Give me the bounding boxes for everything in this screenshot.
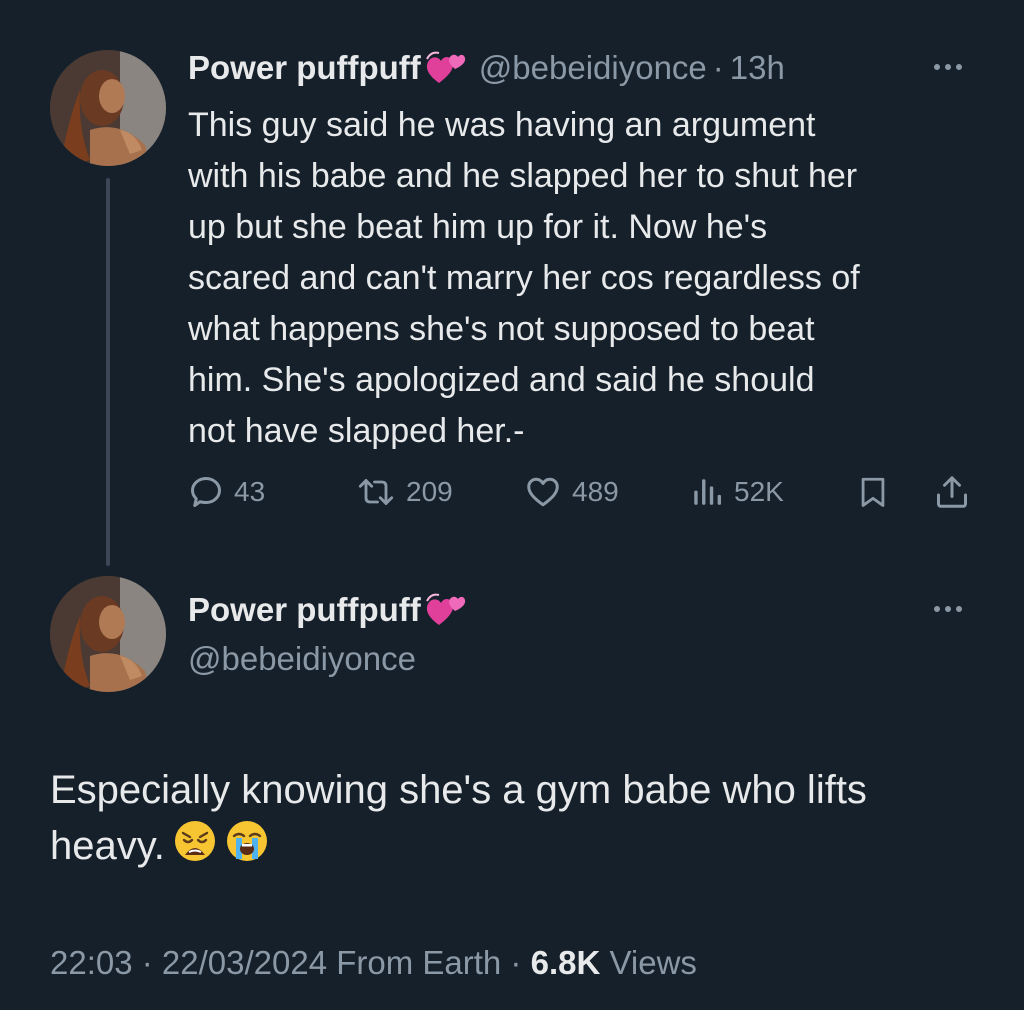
avatar[interactable]	[50, 576, 166, 692]
views-count: 52K	[734, 476, 784, 507]
user-handle[interactable]: @bebeidiyonce	[479, 49, 707, 87]
views-count: 6.8K	[530, 944, 601, 981]
timestamp[interactable]: 22:03 · 22/03/2024 From Earth ·	[50, 944, 531, 981]
display-name[interactable]: Power puffpuff	[188, 591, 421, 629]
tweet-header: Power puffpuff @bebeidiyonce · 13h	[188, 46, 785, 90]
like-button[interactable]: 489	[524, 470, 619, 514]
share-button[interactable]	[934, 470, 970, 514]
more-icon[interactable]	[934, 606, 962, 612]
profile-photo	[50, 576, 166, 692]
like-icon	[527, 477, 559, 507]
avatar[interactable]	[50, 50, 166, 166]
tweet-actions: 43 209 489 52K	[188, 470, 988, 514]
repost-button[interactable]: 209	[356, 470, 453, 514]
tweet-metadata: 22:03 · 22/03/2024 From Earth · 6.8K Vie…	[50, 944, 697, 982]
repost-icon	[358, 479, 394, 505]
separator-dot: ·	[712, 49, 724, 86]
loudly-crying-face-icon	[225, 819, 269, 878]
reply-icon	[191, 477, 221, 507]
more-icon[interactable]	[934, 64, 962, 70]
display-name[interactable]: Power puffpuff	[188, 49, 421, 87]
repost-count: 209	[406, 476, 453, 507]
bookmark-button[interactable]	[856, 470, 890, 514]
like-count: 489	[572, 476, 619, 507]
views-button[interactable]: 52K	[690, 470, 784, 514]
tweet-body: This guy said he was having an argument …	[188, 106, 860, 450]
revolving-hearts-icon	[425, 49, 467, 87]
weary-face-icon	[173, 819, 217, 878]
reply-button[interactable]: 43	[188, 470, 265, 514]
reply-count: 43	[234, 476, 266, 507]
views-label: Views	[600, 944, 697, 981]
user-handle[interactable]: @bebeidiyonce	[188, 640, 416, 678]
thread-connector-line	[106, 178, 110, 566]
tweet-header: Power puffpuff	[188, 588, 467, 632]
profile-photo	[50, 50, 166, 166]
tweet-time[interactable]: 13h	[730, 49, 785, 87]
share-icon	[937, 476, 967, 508]
tweet-body: Especially knowing she's a gym babe who …	[50, 762, 990, 878]
revolving-hearts-icon	[425, 591, 467, 629]
views-icon	[694, 479, 722, 505]
bookmark-icon	[861, 477, 885, 507]
